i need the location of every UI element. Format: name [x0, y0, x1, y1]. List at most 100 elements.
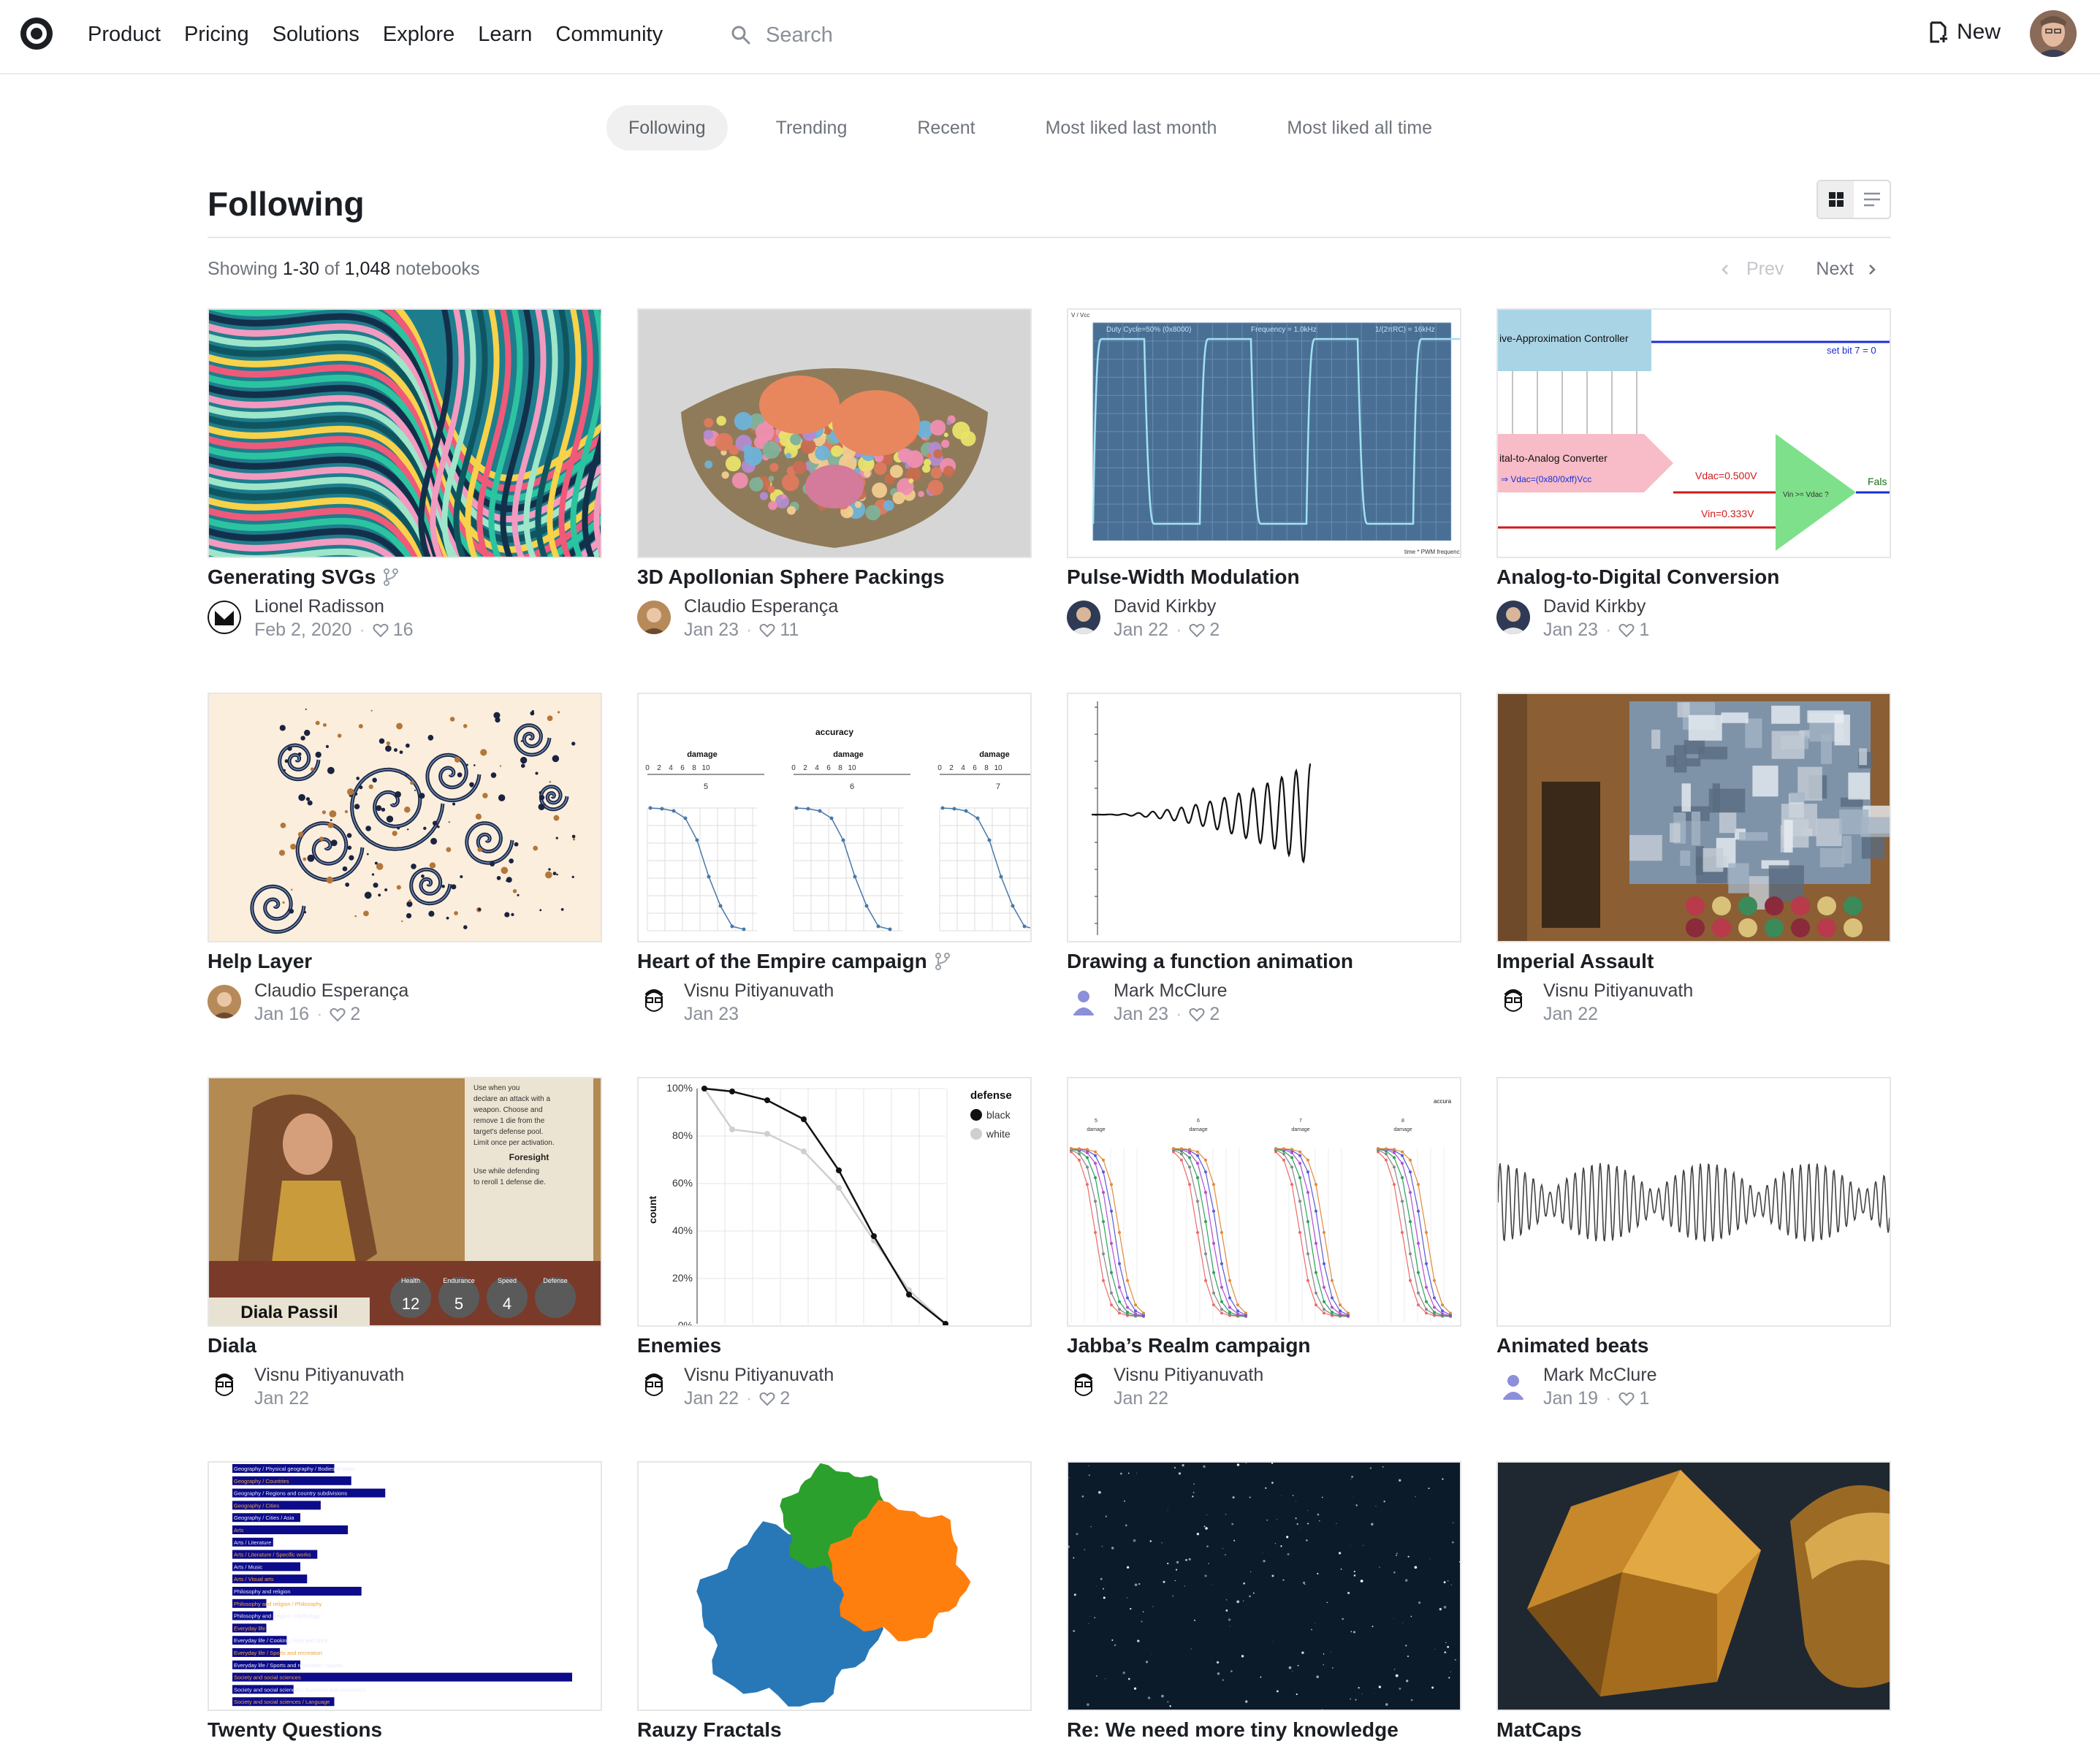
author-name[interactable]: Visnu Pitiyanuvath [1543, 980, 1693, 1002]
author-avatar[interactable] [1496, 985, 1530, 1018]
notebook-title[interactable]: Jabba’s Realm campaign [1067, 1334, 1311, 1357]
notebook-card[interactable]: Help Layer Claudio Esperança Jan 16 · 2 [208, 693, 602, 1058]
notebook-card[interactable]: Re: We need more tiny knowledge [1067, 1461, 1461, 1749]
author-name[interactable]: Mark McClure [1543, 1365, 1657, 1386]
notebook-card[interactable]: Drawing a function animation Mark McClure… [1067, 693, 1461, 1058]
diala-stat-value: 4 [503, 1295, 511, 1313]
tab-following[interactable]: Following [606, 105, 728, 150]
new-notebook-button[interactable]: New [1929, 20, 2001, 45]
notebook-title[interactable]: 3D Apollonian Sphere Packings [637, 565, 945, 589]
notebook-card[interactable]: Animated beats Mark McClure Jan 19 · 1 [1496, 1077, 1891, 1442]
heart-icon[interactable] [330, 1007, 346, 1022]
author-name[interactable]: Claudio Esperança [684, 596, 838, 617]
nav-solutions[interactable]: Solutions [273, 23, 359, 47]
nav-pricing[interactable]: Pricing [184, 23, 249, 47]
nav-learn[interactable]: Learn [478, 23, 532, 47]
nav-explore[interactable]: Explore [383, 23, 454, 47]
notebook-thumbnail[interactable] [208, 693, 602, 942]
search-input[interactable]: Search [731, 19, 833, 51]
notebook-thumbnail[interactable] [1496, 1077, 1891, 1327]
notebook-title[interactable]: Diala [208, 1334, 256, 1357]
author-name[interactable]: Visnu Pitiyanuvath [684, 1365, 834, 1386]
notebook-title[interactable]: Heart of the Empire campaign [637, 950, 951, 973]
list-view-button[interactable] [1854, 181, 1890, 218]
notebook-thumbnail[interactable] [1496, 1461, 1891, 1711]
author-avatar[interactable] [637, 985, 671, 1018]
notebook-card[interactable]: Duty Cycle=50% (0x8000) Frequency = 1.0kH… [1067, 308, 1461, 674]
notebook-title[interactable]: Drawing a function animation [1067, 950, 1353, 973]
notebook-title[interactable]: Enemies [637, 1334, 721, 1357]
heart-icon[interactable] [1618, 1392, 1635, 1406]
notebook-card[interactable]: accuracy damage 0 2 4 6 8 10 5 damage 0 2 4 6 8 10 6 dama… [637, 693, 1032, 1058]
author-name[interactable]: Mark McClure [1114, 980, 1228, 1002]
notebook-title[interactable]: Analog-to-Digital Conversion [1496, 565, 1779, 589]
tab-trending[interactable]: Trending [754, 105, 870, 150]
heart-icon[interactable] [1618, 623, 1635, 638]
notebook-thumbnail[interactable]: 100% 80% 60% 40% 20% 0% count defense black white [637, 1077, 1032, 1327]
notebook-thumbnail[interactable] [1496, 693, 1891, 942]
tab-most-liked-all-time[interactable]: Most liked all time [1265, 105, 1454, 150]
tab-most-liked-last-month[interactable]: Most liked last month [1024, 105, 1239, 150]
notebook-thumbnail[interactable] [637, 1461, 1032, 1711]
author-avatar[interactable] [1067, 601, 1100, 634]
notebook-thumbnail[interactable]: accuracy damage 0 2 4 6 8 10 5 damage 0 2 4 6 8 10 6 dama… [637, 693, 1032, 942]
notebook-card[interactable]: Use when you declare an attack with a weap… [208, 1077, 602, 1442]
notebook-title[interactable]: Animated beats [1496, 1334, 1649, 1357]
notebook-card[interactable]: Geography / Physical geography / Bodies … [208, 1461, 602, 1749]
nav-community[interactable]: Community [555, 23, 663, 47]
heart-icon[interactable] [373, 623, 389, 638]
author-avatar[interactable] [208, 985, 241, 1018]
author-name[interactable]: David Kirkby [1114, 596, 1216, 617]
author-avatar[interactable] [1067, 1369, 1100, 1403]
notebook-title[interactable]: Help Layer [208, 950, 312, 973]
heart-icon[interactable] [1189, 623, 1205, 638]
tab-recent[interactable]: Recent [895, 105, 997, 150]
author-name[interactable]: Claudio Esperança [254, 980, 408, 1002]
author-name[interactable]: Visnu Pitiyanuvath [684, 980, 834, 1002]
nav-product[interactable]: Product [88, 23, 161, 47]
notebook-thumbnail[interactable] [208, 308, 602, 558]
observable-logo-icon[interactable] [19, 16, 54, 51]
grid-view-button[interactable] [1818, 181, 1854, 218]
notebook-card[interactable]: Generating SVGs Lionel Radisson Feb 2, 202… [208, 308, 602, 674]
notebook-title[interactable]: Generating SVGs [208, 565, 399, 589]
author-name[interactable]: David Kirkby [1543, 596, 1646, 617]
notebook-title[interactable]: Pulse-Width Modulation [1067, 565, 1300, 589]
notebook-thumbnail[interactable]: accura 5 damage 6 damage 7 damage 8 damage [1067, 1077, 1461, 1327]
author-avatar[interactable] [1496, 1369, 1530, 1403]
notebook-title[interactable]: Re: We need more tiny knowledge [1067, 1718, 1399, 1742]
author-avatar[interactable] [208, 601, 241, 634]
author-name[interactable]: Visnu Pitiyanuvath [1114, 1365, 1263, 1386]
notebook-card[interactable]: 3D Apollonian Sphere Packings Claudio Esp… [637, 308, 1032, 674]
notebook-card[interactable]: Imperial Assault Visnu Pitiyanuvath Jan 22 [1496, 693, 1891, 1058]
author-avatar[interactable] [1067, 985, 1100, 1018]
notebook-thumbnail[interactable]: ive-Approximation Controller set bit 7 = … [1496, 308, 1891, 558]
notebook-thumbnail[interactable]: Use when you declare an attack with a weap… [208, 1077, 602, 1327]
author-avatar[interactable] [208, 1369, 241, 1403]
author-name[interactable]: Visnu Pitiyanuvath [254, 1365, 404, 1386]
heart-icon[interactable] [1189, 1007, 1205, 1022]
notebook-thumbnail[interactable] [1067, 693, 1461, 942]
notebook-thumbnail[interactable]: Duty Cycle=50% (0x8000) Frequency = 1.0kH… [1067, 308, 1461, 558]
heart-icon[interactable] [759, 1392, 775, 1406]
jabba-axis-label: damage [1087, 1127, 1105, 1132]
next-button[interactable]: Next [1816, 259, 1878, 280]
notebook-card[interactable]: MatCaps [1496, 1461, 1891, 1749]
notebook-card[interactable]: ive-Approximation Controller set bit 7 = … [1496, 308, 1891, 674]
author-avatar[interactable] [1496, 601, 1530, 634]
notebook-card[interactable]: Rauzy Fractals [637, 1461, 1032, 1749]
notebook-thumbnail[interactable] [1067, 1461, 1461, 1711]
notebook-card[interactable]: 100% 80% 60% 40% 20% 0% count defense black white… [637, 1077, 1032, 1442]
user-avatar[interactable] [2030, 10, 2077, 57]
notebook-title[interactable]: MatCaps [1496, 1718, 1582, 1742]
notebook-title[interactable]: Twenty Questions [208, 1718, 382, 1742]
author-avatar[interactable] [637, 1369, 671, 1403]
notebook-card[interactable]: accura 5 damage 6 damage 7 damage 8 damage Jabba’… [1067, 1077, 1461, 1442]
notebook-title[interactable]: Imperial Assault [1496, 950, 1654, 973]
notebook-thumbnail[interactable] [637, 308, 1032, 558]
author-avatar[interactable] [637, 601, 671, 634]
author-name[interactable]: Lionel Radisson [254, 596, 384, 617]
notebook-thumbnail[interactable]: Geography / Physical geography / Bodies … [208, 1461, 602, 1711]
heart-icon[interactable] [759, 623, 775, 638]
notebook-title[interactable]: Rauzy Fractals [637, 1718, 782, 1742]
